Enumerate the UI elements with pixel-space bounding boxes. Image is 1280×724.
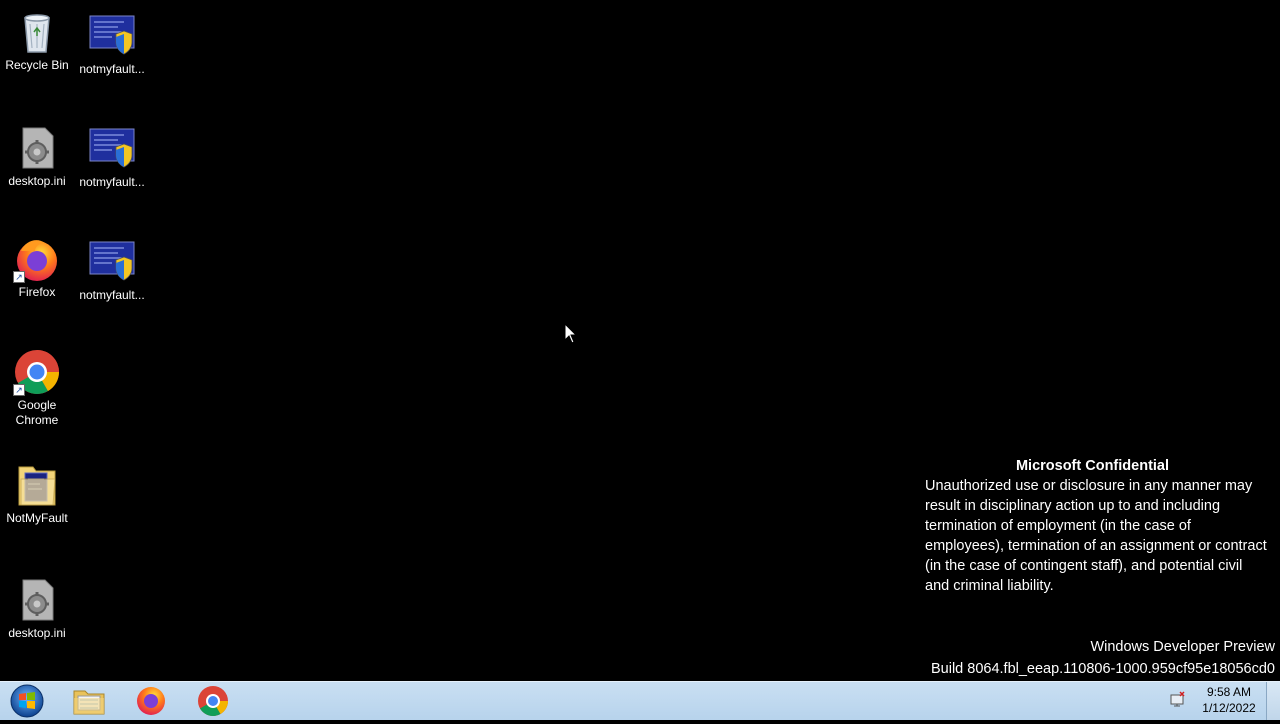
show-desktop-button[interactable] xyxy=(1266,682,1280,720)
app-shield-icon xyxy=(88,238,136,286)
build-edition: Windows Developer Preview xyxy=(1090,639,1275,655)
firefox-icon xyxy=(137,687,165,715)
taskbar xyxy=(0,681,1280,720)
recycle-bin-icon xyxy=(13,8,61,56)
desktop-icon-label: notmyfault... xyxy=(79,175,145,189)
taskbar-file-explorer[interactable] xyxy=(71,684,107,718)
mouse-cursor-icon xyxy=(564,322,578,350)
desktop-icon-desktop-ini-1[interactable]: desktop.ini xyxy=(0,124,74,189)
desktop-icon-label: NotMyFault xyxy=(6,511,68,525)
clock-time: 9:58 AM xyxy=(1206,685,1252,699)
desktop-icon-label: Recycle Bin xyxy=(5,58,69,72)
file-explorer-icon xyxy=(73,690,105,715)
desktop-icon-desktop-ini-2[interactable]: desktop.ini xyxy=(0,576,74,641)
taskbar-chrome[interactable] xyxy=(195,684,231,718)
shortcut-arrow-icon: ↗ xyxy=(13,384,25,396)
app-shield-icon xyxy=(88,12,136,60)
confidential-watermark: Microsoft Confidential Unauthorized use … xyxy=(925,456,1270,596)
app-shield-icon xyxy=(88,125,136,173)
shortcut-arrow-icon: ↗ xyxy=(13,271,25,283)
desktop-icon-label: desktop.ini xyxy=(8,626,66,640)
desktop-icon-label: notmyfault... xyxy=(79,62,145,76)
desktop-icon-label: notmyfault... xyxy=(79,288,145,302)
desktop-icon-notmyfault-2[interactable]: notmyfault... xyxy=(75,125,149,190)
folder-icon xyxy=(13,461,61,509)
chrome-icon: ↗ xyxy=(13,348,61,396)
config-file-icon xyxy=(13,124,61,172)
watermark-body: Unauthorized use or disclosure in any ma… xyxy=(925,478,1267,594)
desktop-icon-notmyfault-folder[interactable]: NotMyFault xyxy=(0,461,74,526)
clock-date: 1/12/2022 xyxy=(1202,701,1256,715)
chrome-icon xyxy=(198,686,228,717)
desktop-icon-label: desktop.ini xyxy=(8,174,66,188)
build-info: Windows Developer Preview Build 8064.fbl… xyxy=(931,636,1275,680)
config-file-icon xyxy=(13,576,61,624)
taskbar-firefox[interactable] xyxy=(133,684,169,718)
desktop-icon-label: Firefox xyxy=(18,285,56,299)
desktop[interactable]: Recycle Bin notmyfault... desktop.ini no… xyxy=(0,0,1280,681)
build-number: Build 8064.fbl_eeap.110806-1000.959cf95e… xyxy=(930,661,1275,677)
desktop-icon-google-chrome[interactable]: ↗ Google Chrome xyxy=(0,348,74,428)
firefox-icon: ↗ xyxy=(13,235,61,283)
taskbar-clock[interactable]: 9:58 AM 1/12/2022 xyxy=(1194,684,1264,716)
desktop-icon-recycle-bin[interactable]: Recycle Bin xyxy=(0,8,74,73)
desktop-icon-notmyfault-1[interactable]: notmyfault... xyxy=(75,12,149,77)
desktop-icon-notmyfault-3[interactable]: notmyfault... xyxy=(75,238,149,303)
start-button[interactable] xyxy=(8,683,46,719)
action-center-icon[interactable] xyxy=(1168,690,1188,715)
desktop-icon-label: Google Chrome xyxy=(15,398,59,427)
desktop-icon-firefox[interactable]: ↗ Firefox xyxy=(0,235,74,300)
watermark-title: Microsoft Confidential xyxy=(1015,458,1170,474)
